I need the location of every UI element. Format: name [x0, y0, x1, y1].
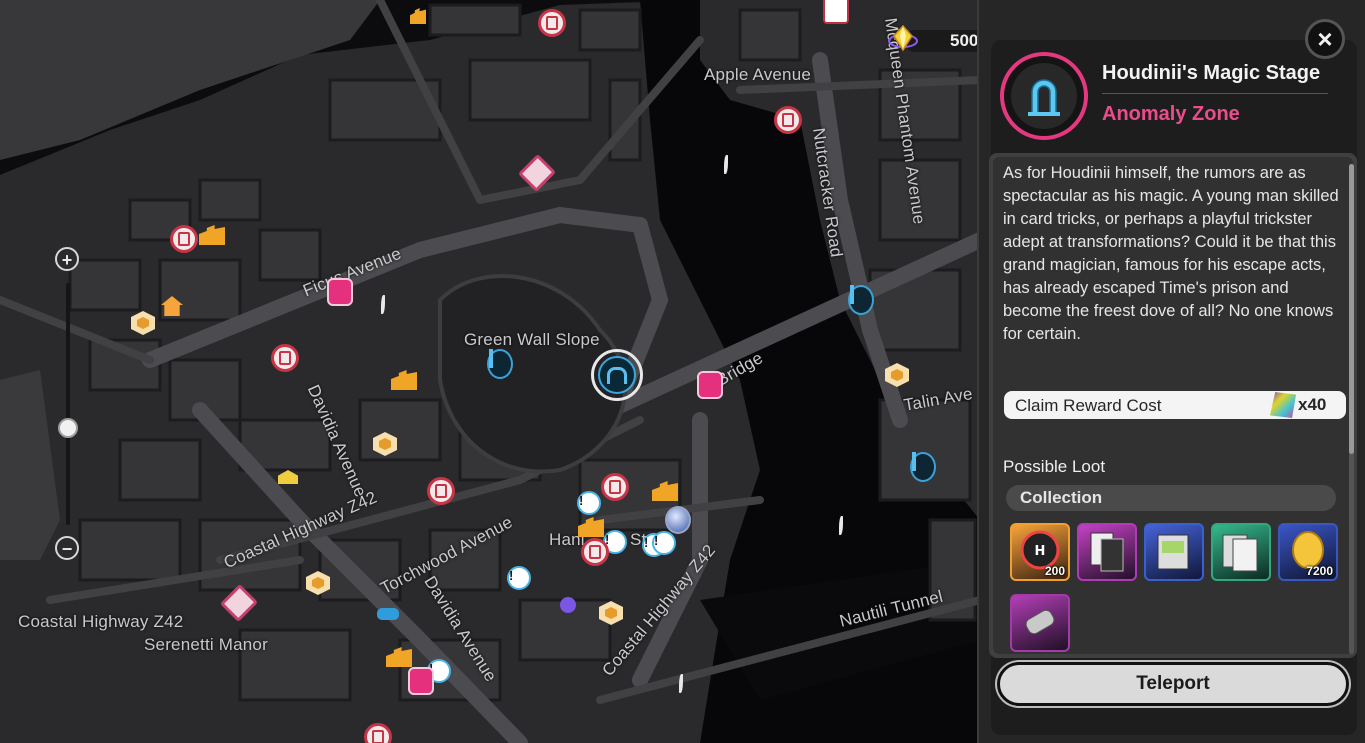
shop-marker-icon[interactable]: [517, 153, 557, 193]
possible-loot-heading: Possible Loot: [1003, 457, 1106, 476]
location-description: As for Houdinii himself, the rumors are …: [1003, 164, 1339, 343]
loot-quantity: 200: [1044, 564, 1065, 578]
bird-marker-icon[interactable]: [835, 513, 861, 539]
film-reel-icon: [1270, 392, 1296, 418]
vending-machine-marker-icon[interactable]: [538, 9, 566, 37]
music-disc-icon: [1157, 534, 1189, 570]
bird-marker-icon[interactable]: [720, 152, 746, 178]
info-marker-icon[interactable]: !: [576, 490, 602, 516]
document-set-icon: [1222, 534, 1258, 572]
vending-machine-marker-icon[interactable]: [364, 723, 392, 743]
street-apple-avenue: Apple Avenue: [704, 65, 812, 84]
stairs-marker-icon[interactable]: [578, 514, 604, 540]
magic-arch-icon: [1028, 79, 1060, 116]
character-card-icon: [1090, 532, 1124, 572]
info-marker-icon[interactable]: !: [651, 530, 677, 556]
info-marker-icon[interactable]: !: [506, 565, 532, 591]
location-type: Anomaly Zone: [1102, 103, 1240, 125]
key-item[interactable]: [1010, 594, 1070, 652]
crystal-marker-icon[interactable]: [487, 349, 513, 379]
scrollbar-thumb[interactable]: [1349, 164, 1354, 454]
zoom-out-button[interactable]: −: [55, 536, 79, 560]
location-serenetti-manor: Serenetti Manor: [144, 635, 268, 654]
close-button[interactable]: ×: [1305, 19, 1345, 59]
home-marker-icon[interactable]: [159, 293, 185, 319]
stairs-marker-icon[interactable]: [199, 222, 225, 248]
stairs-marker-icon[interactable]: [386, 644, 412, 670]
bird-marker-icon[interactable]: [675, 671, 701, 697]
bird-marker-icon[interactable]: [377, 292, 403, 318]
polychrome-gem-icon: [888, 24, 918, 52]
race-flag-marker-icon[interactable]: [408, 667, 434, 695]
hex-coin-marker-icon[interactable]: [130, 310, 156, 336]
vending-machine-marker-icon[interactable]: [427, 477, 455, 505]
loot-quantity: 7200: [1306, 564, 1333, 578]
hex-chest-marker-icon[interactable]: [305, 570, 331, 596]
hex-coin-marker-icon[interactable]: [598, 600, 624, 626]
street-coastal-highway-z42-label: Coastal Highway Z42: [18, 612, 184, 631]
location-title: Houdinii's Magic Stage: [1102, 62, 1321, 84]
hunter-badge-item[interactable]: H 200: [1010, 523, 1070, 581]
teleport-button[interactable]: Teleport: [997, 662, 1349, 706]
zoom-slider-track[interactable]: [66, 283, 70, 525]
vending-machine-marker-icon[interactable]: [601, 473, 629, 501]
reward-cost-quantity: x40: [1298, 395, 1327, 414]
hex-coin-marker-icon[interactable]: [884, 362, 910, 388]
compass-marker-icon[interactable]: [910, 452, 936, 482]
zoom-in-button[interactable]: +: [55, 247, 79, 271]
anomaly-marker-icon[interactable]: [848, 285, 874, 315]
vending-machine-marker-icon[interactable]: [271, 344, 299, 372]
currency-value: 500: [950, 31, 979, 50]
zoom-control: + −: [54, 245, 82, 563]
arcade-marker-icon[interactable]: [555, 592, 581, 618]
document-set-item[interactable]: [1211, 523, 1271, 581]
race-flag-marker-icon[interactable]: [327, 278, 353, 306]
cylinder-key-icon: [1025, 609, 1055, 635]
anomaly-zone-icon: [1000, 52, 1088, 140]
theater-mask-marker-icon[interactable]: [823, 0, 849, 24]
reward-cost-label: Claim Reward Cost: [1015, 396, 1162, 415]
stairs-marker-icon[interactable]: [391, 367, 417, 393]
music-disc-item[interactable]: [1144, 523, 1204, 581]
building-marker-icon[interactable]: [405, 3, 431, 29]
collection-tab-label: Collection: [1020, 488, 1103, 507]
content-scrollbar[interactable]: [1349, 164, 1354, 654]
svg-text:H: H: [1035, 544, 1046, 559]
hex-chest-marker-icon[interactable]: [372, 431, 398, 457]
title-divider: [1102, 93, 1328, 94]
shrine-marker-icon[interactable]: [170, 225, 198, 253]
shrine-marker-icon[interactable]: [581, 538, 609, 566]
race-flag-marker-icon[interactable]: [697, 371, 723, 399]
selected-anomaly-zone-marker[interactable]: [591, 349, 643, 401]
flower-shop-marker-icon[interactable]: [219, 583, 259, 623]
stairs-marker-icon[interactable]: [652, 478, 678, 504]
zoom-slider-handle[interactable]: [58, 418, 78, 439]
claim-reward-cost-bar: Claim Reward Cost x40: [1004, 391, 1346, 419]
car-marker-icon[interactable]: [375, 601, 401, 627]
vending-machine-marker-icon[interactable]: [774, 106, 802, 134]
gold-egg-item[interactable]: 7200: [1278, 523, 1338, 581]
collection-tab[interactable]: Collection: [1006, 485, 1336, 511]
character-card-item[interactable]: [1077, 523, 1137, 581]
street-green-wall-slope: Green Wall Slope: [464, 330, 600, 349]
magic-arch-icon: [598, 356, 636, 394]
temple-marker-icon[interactable]: [275, 464, 301, 490]
